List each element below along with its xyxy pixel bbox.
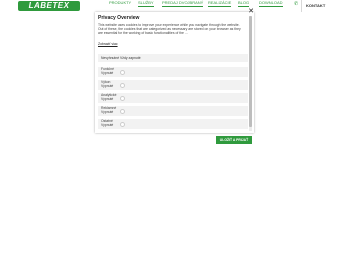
category-row[interactable]: Ostatné Vypnuté xyxy=(98,119,248,129)
modal-scrollbar[interactable] xyxy=(249,16,252,131)
privacy-modal: Privacy Overview This website uses cooki… xyxy=(95,12,254,133)
scroll-thumb[interactable] xyxy=(249,16,252,127)
category-label: Ostatné Vypnuté xyxy=(101,119,114,127)
category-label: Analytické Vypnuté xyxy=(101,93,117,101)
category-toggle[interactable] xyxy=(120,109,125,114)
category-toggle[interactable] xyxy=(120,122,125,127)
nav-item-services[interactable]: SLUŽBY xyxy=(138,0,154,7)
show-more-link[interactable]: Zobraziť viac xyxy=(98,42,118,46)
modal-title: Privacy Overview xyxy=(98,15,140,21)
category-row[interactable]: Analytické Vypnuté xyxy=(98,93,248,103)
close-icon[interactable]: ✕ xyxy=(248,8,254,15)
category-row[interactable]: Funkčné Vypnuté xyxy=(98,67,248,77)
nav-item-blog[interactable]: BLOG xyxy=(238,0,250,7)
category-label: Reklamné Vypnuté xyxy=(101,106,117,114)
nav-item-download[interactable]: DOWNLOAD xyxy=(259,0,283,7)
nav-item-sale[interactable]: PREDAJ DVOJBRANÝ xyxy=(162,0,204,7)
site-header: LABETEX PRODUKTY SLUŽBY PREDAJ DVOJBRANÝ… xyxy=(0,0,350,12)
category-toggle[interactable] xyxy=(120,83,125,88)
nav-item-contact[interactable]: KONTAKT xyxy=(306,3,325,8)
category-toggle[interactable] xyxy=(120,70,125,75)
modal-description: This website uses cookies to improve you… xyxy=(98,23,241,35)
category-row[interactable]: Výkon Vypnuté xyxy=(98,80,248,90)
save-and-accept-button[interactable]: ULOŽIŤ A PRIJAŤ xyxy=(216,136,252,144)
category-label: Výkon Vypnuté xyxy=(101,80,114,88)
category-toggle[interactable] xyxy=(120,96,125,101)
necessary-cookies-row[interactable]: Nevyhnutné Vždy zapnuté xyxy=(98,54,248,62)
logo[interactable]: LABETEX xyxy=(18,1,80,11)
phone-icon[interactable]: ✆ xyxy=(294,2,298,7)
category-label: Funkčné Vypnuté xyxy=(101,67,115,75)
nav-item-realizations[interactable]: REALIZÁCIE xyxy=(208,0,232,7)
nav-item-products[interactable]: PRODUKTY xyxy=(109,0,131,5)
category-row[interactable]: Reklamné Vypnuté xyxy=(98,106,248,116)
divider xyxy=(301,0,302,12)
